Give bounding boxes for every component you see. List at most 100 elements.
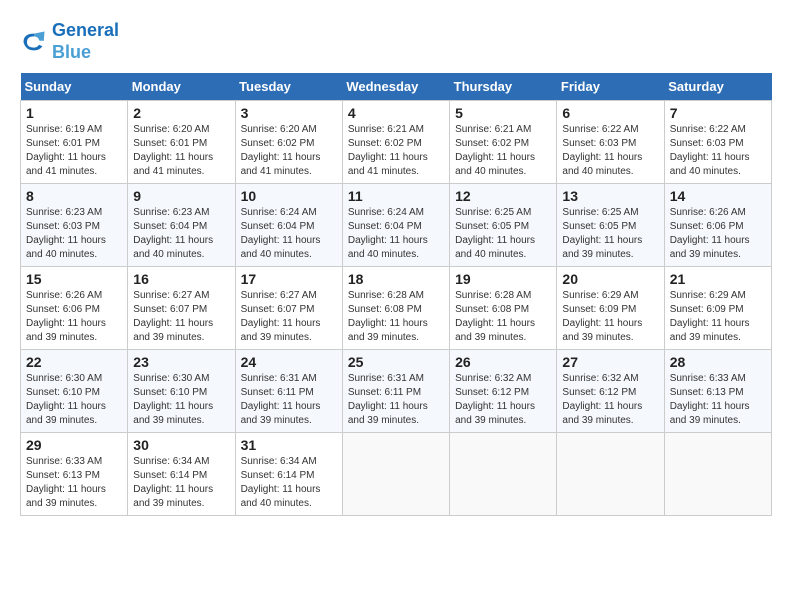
day-number: 10 — [241, 188, 337, 204]
day-info: Sunrise: 6:34 AMSunset: 6:14 PMDaylight:… — [133, 456, 213, 509]
empty-cell — [450, 433, 557, 516]
day-info: Sunrise: 6:19 AMSunset: 6:01 PMDaylight:… — [26, 124, 106, 177]
day-cell-18: 18 Sunrise: 6:28 AMSunset: 6:08 PMDaylig… — [342, 267, 449, 350]
day-number: 18 — [348, 271, 444, 287]
day-number: 28 — [670, 354, 766, 370]
day-cell-14: 14 Sunrise: 6:26 AMSunset: 6:06 PMDaylig… — [664, 184, 771, 267]
weekday-saturday: Saturday — [664, 73, 771, 101]
day-number: 15 — [26, 271, 122, 287]
day-cell-8: 8 Sunrise: 6:23 AMSunset: 6:03 PMDayligh… — [21, 184, 128, 267]
day-info: Sunrise: 6:21 AMSunset: 6:02 PMDaylight:… — [455, 124, 535, 177]
day-number: 1 — [26, 105, 122, 121]
day-info: Sunrise: 6:30 AMSunset: 6:10 PMDaylight:… — [26, 373, 106, 426]
day-cell-19: 19 Sunrise: 6:28 AMSunset: 6:08 PMDaylig… — [450, 267, 557, 350]
day-cell-9: 9 Sunrise: 6:23 AMSunset: 6:04 PMDayligh… — [128, 184, 235, 267]
day-number: 22 — [26, 354, 122, 370]
day-number: 17 — [241, 271, 337, 287]
day-cell-20: 20 Sunrise: 6:29 AMSunset: 6:09 PMDaylig… — [557, 267, 664, 350]
day-number: 6 — [562, 105, 658, 121]
weekday-monday: Monday — [128, 73, 235, 101]
day-number: 16 — [133, 271, 229, 287]
day-number: 31 — [241, 437, 337, 453]
day-number: 24 — [241, 354, 337, 370]
day-cell-13: 13 Sunrise: 6:25 AMSunset: 6:05 PMDaylig… — [557, 184, 664, 267]
day-cell-29: 29 Sunrise: 6:33 AMSunset: 6:13 PMDaylig… — [21, 433, 128, 516]
day-info: Sunrise: 6:27 AMSunset: 6:07 PMDaylight:… — [241, 290, 321, 343]
day-info: Sunrise: 6:32 AMSunset: 6:12 PMDaylight:… — [455, 373, 535, 426]
day-number: 25 — [348, 354, 444, 370]
day-info: Sunrise: 6:29 AMSunset: 6:09 PMDaylight:… — [670, 290, 750, 343]
day-info: Sunrise: 6:24 AMSunset: 6:04 PMDaylight:… — [241, 207, 321, 260]
day-cell-16: 16 Sunrise: 6:27 AMSunset: 6:07 PMDaylig… — [128, 267, 235, 350]
day-cell-2: 2 Sunrise: 6:20 AMSunset: 6:01 PMDayligh… — [128, 101, 235, 184]
day-cell-27: 27 Sunrise: 6:32 AMSunset: 6:12 PMDaylig… — [557, 350, 664, 433]
day-info: Sunrise: 6:26 AMSunset: 6:06 PMDaylight:… — [26, 290, 106, 343]
day-cell-17: 17 Sunrise: 6:27 AMSunset: 6:07 PMDaylig… — [235, 267, 342, 350]
day-number: 9 — [133, 188, 229, 204]
day-number: 23 — [133, 354, 229, 370]
day-info: Sunrise: 6:31 AMSunset: 6:11 PMDaylight:… — [348, 373, 428, 426]
day-number: 19 — [455, 271, 551, 287]
day-cell-30: 30 Sunrise: 6:34 AMSunset: 6:14 PMDaylig… — [128, 433, 235, 516]
day-cell-15: 15 Sunrise: 6:26 AMSunset: 6:06 PMDaylig… — [21, 267, 128, 350]
day-number: 7 — [670, 105, 766, 121]
day-cell-21: 21 Sunrise: 6:29 AMSunset: 6:09 PMDaylig… — [664, 267, 771, 350]
day-info: Sunrise: 6:22 AMSunset: 6:03 PMDaylight:… — [670, 124, 750, 177]
week-row-4: 22 Sunrise: 6:30 AMSunset: 6:10 PMDaylig… — [21, 350, 772, 433]
empty-cell — [664, 433, 771, 516]
day-cell-6: 6 Sunrise: 6:22 AMSunset: 6:03 PMDayligh… — [557, 101, 664, 184]
day-info: Sunrise: 6:20 AMSunset: 6:01 PMDaylight:… — [133, 124, 213, 177]
day-cell-3: 3 Sunrise: 6:20 AMSunset: 6:02 PMDayligh… — [235, 101, 342, 184]
day-cell-10: 10 Sunrise: 6:24 AMSunset: 6:04 PMDaylig… — [235, 184, 342, 267]
weekday-header-row: SundayMondayTuesdayWednesdayThursdayFrid… — [21, 73, 772, 101]
weekday-tuesday: Tuesday — [235, 73, 342, 101]
day-number: 21 — [670, 271, 766, 287]
day-info: Sunrise: 6:26 AMSunset: 6:06 PMDaylight:… — [670, 207, 750, 260]
week-row-1: 1 Sunrise: 6:19 AMSunset: 6:01 PMDayligh… — [21, 101, 772, 184]
day-number: 20 — [562, 271, 658, 287]
day-number: 27 — [562, 354, 658, 370]
day-number: 13 — [562, 188, 658, 204]
day-cell-5: 5 Sunrise: 6:21 AMSunset: 6:02 PMDayligh… — [450, 101, 557, 184]
day-info: Sunrise: 6:28 AMSunset: 6:08 PMDaylight:… — [455, 290, 535, 343]
empty-cell — [342, 433, 449, 516]
day-cell-26: 26 Sunrise: 6:32 AMSunset: 6:12 PMDaylig… — [450, 350, 557, 433]
week-row-2: 8 Sunrise: 6:23 AMSunset: 6:03 PMDayligh… — [21, 184, 772, 267]
day-cell-1: 1 Sunrise: 6:19 AMSunset: 6:01 PMDayligh… — [21, 101, 128, 184]
day-info: Sunrise: 6:21 AMSunset: 6:02 PMDaylight:… — [348, 124, 428, 177]
day-number: 5 — [455, 105, 551, 121]
weekday-friday: Friday — [557, 73, 664, 101]
day-cell-22: 22 Sunrise: 6:30 AMSunset: 6:10 PMDaylig… — [21, 350, 128, 433]
day-info: Sunrise: 6:31 AMSunset: 6:11 PMDaylight:… — [241, 373, 321, 426]
day-info: Sunrise: 6:30 AMSunset: 6:10 PMDaylight:… — [133, 373, 213, 426]
calendar-table: SundayMondayTuesdayWednesdayThursdayFrid… — [20, 73, 772, 516]
day-info: Sunrise: 6:29 AMSunset: 6:09 PMDaylight:… — [562, 290, 642, 343]
day-info: Sunrise: 6:33 AMSunset: 6:13 PMDaylight:… — [26, 456, 106, 509]
day-cell-25: 25 Sunrise: 6:31 AMSunset: 6:11 PMDaylig… — [342, 350, 449, 433]
day-number: 26 — [455, 354, 551, 370]
day-number: 4 — [348, 105, 444, 121]
day-number: 12 — [455, 188, 551, 204]
week-row-3: 15 Sunrise: 6:26 AMSunset: 6:06 PMDaylig… — [21, 267, 772, 350]
empty-cell — [557, 433, 664, 516]
day-cell-4: 4 Sunrise: 6:21 AMSunset: 6:02 PMDayligh… — [342, 101, 449, 184]
day-cell-24: 24 Sunrise: 6:31 AMSunset: 6:11 PMDaylig… — [235, 350, 342, 433]
day-info: Sunrise: 6:23 AMSunset: 6:04 PMDaylight:… — [133, 207, 213, 260]
logo-icon — [20, 28, 48, 56]
day-number: 2 — [133, 105, 229, 121]
day-cell-7: 7 Sunrise: 6:22 AMSunset: 6:03 PMDayligh… — [664, 101, 771, 184]
day-info: Sunrise: 6:20 AMSunset: 6:02 PMDaylight:… — [241, 124, 321, 177]
day-number: 30 — [133, 437, 229, 453]
day-cell-12: 12 Sunrise: 6:25 AMSunset: 6:05 PMDaylig… — [450, 184, 557, 267]
day-cell-31: 31 Sunrise: 6:34 AMSunset: 6:14 PMDaylig… — [235, 433, 342, 516]
logo: General Blue — [20, 20, 119, 63]
weekday-sunday: Sunday — [21, 73, 128, 101]
logo-text: General Blue — [52, 20, 119, 63]
day-cell-23: 23 Sunrise: 6:30 AMSunset: 6:10 PMDaylig… — [128, 350, 235, 433]
day-info: Sunrise: 6:23 AMSunset: 6:03 PMDaylight:… — [26, 207, 106, 260]
day-info: Sunrise: 6:25 AMSunset: 6:05 PMDaylight:… — [455, 207, 535, 260]
day-info: Sunrise: 6:32 AMSunset: 6:12 PMDaylight:… — [562, 373, 642, 426]
day-cell-28: 28 Sunrise: 6:33 AMSunset: 6:13 PMDaylig… — [664, 350, 771, 433]
day-number: 3 — [241, 105, 337, 121]
day-number: 11 — [348, 188, 444, 204]
